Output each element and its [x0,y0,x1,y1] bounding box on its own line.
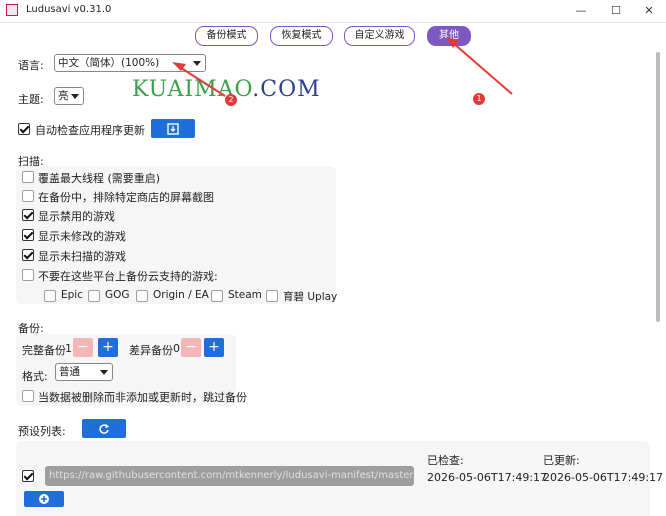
vertical-scrollbar[interactable] [656,52,660,322]
scan-option-checkbox[interactable] [22,229,34,241]
scan-option-checkbox[interactable] [22,269,34,281]
add-manifest-button[interactable] [24,491,64,507]
platform-gog-checkbox[interactable] [88,290,100,302]
updated-header: 已更新: [543,454,580,467]
annotation-badge-1: 1 [473,93,485,105]
platform-steam-checkbox[interactable] [211,290,223,302]
format-value: 普通 [59,366,80,378]
platform-origin-label: Origin / EA [153,289,209,301]
scan-option-label: 覆盖最大线程 (需要重启) [38,172,161,185]
refresh-icon [99,424,109,434]
diff-backup-label: 差异备份 [129,344,173,357]
refresh-manifest-button[interactable] [82,419,126,438]
format-select[interactable]: 普通 [55,363,113,381]
manifest-url-field[interactable]: https://raw.githubusercontent.com/mtkenn… [45,466,414,486]
full-backup-label: 完整备份 [22,344,66,357]
platform-uplay-label: 育碧 Uplay [283,291,338,303]
scan-option-label: 显示未扫描的游戏 [38,250,126,263]
skip-backup-label: 当数据被删除而非添加或更新时，跳过备份 [38,391,247,404]
platform-uplay-checkbox[interactable] [266,290,278,302]
diff-backup-increase-button[interactable]: + [204,338,224,357]
manifest-enabled-checkbox[interactable] [22,470,34,482]
scan-option-label: 显示禁用的游戏 [38,210,115,223]
chevron-down-icon [100,370,108,375]
platform-origin-checkbox[interactable] [136,290,148,302]
scan-option-checkbox[interactable] [22,249,34,261]
scan-option-label: 显示未修改的游戏 [38,230,126,243]
scan-option-checkbox[interactable] [22,190,34,202]
manifest-heading: 预设列表: [18,425,66,438]
diff-backup-value: 0 [173,342,180,355]
plus-circle-icon [39,494,49,504]
platform-gog-label: GOG [105,289,130,301]
platform-epic-checkbox[interactable] [44,290,56,302]
diff-backup-decrease-button[interactable]: − [181,338,201,357]
updated-time: 2026-05-06T17:49:17 [543,471,664,484]
full-backup-decrease-button[interactable]: − [73,338,93,357]
scan-option-label: 不要在这些平台上备份云支持的游戏: [38,270,218,283]
full-backup-value: 1 [65,342,72,355]
full-backup-increase-button[interactable]: + [98,338,118,357]
scan-option-checkbox[interactable] [22,171,34,183]
checked-time: 2026-05-06T17:49:17 [427,471,548,484]
annotation-badge-2: 2 [225,94,237,106]
checked-header: 已检查: [427,454,464,467]
platform-epic-label: Epic [61,289,83,301]
scan-option-checkbox[interactable] [22,209,34,221]
platform-steam-label: Steam [228,289,262,301]
format-label: 格式: [22,370,48,383]
skip-backup-checkbox[interactable] [22,390,34,402]
scan-option-label: 在备份中，排除特定商店的屏幕截图 [38,191,214,204]
